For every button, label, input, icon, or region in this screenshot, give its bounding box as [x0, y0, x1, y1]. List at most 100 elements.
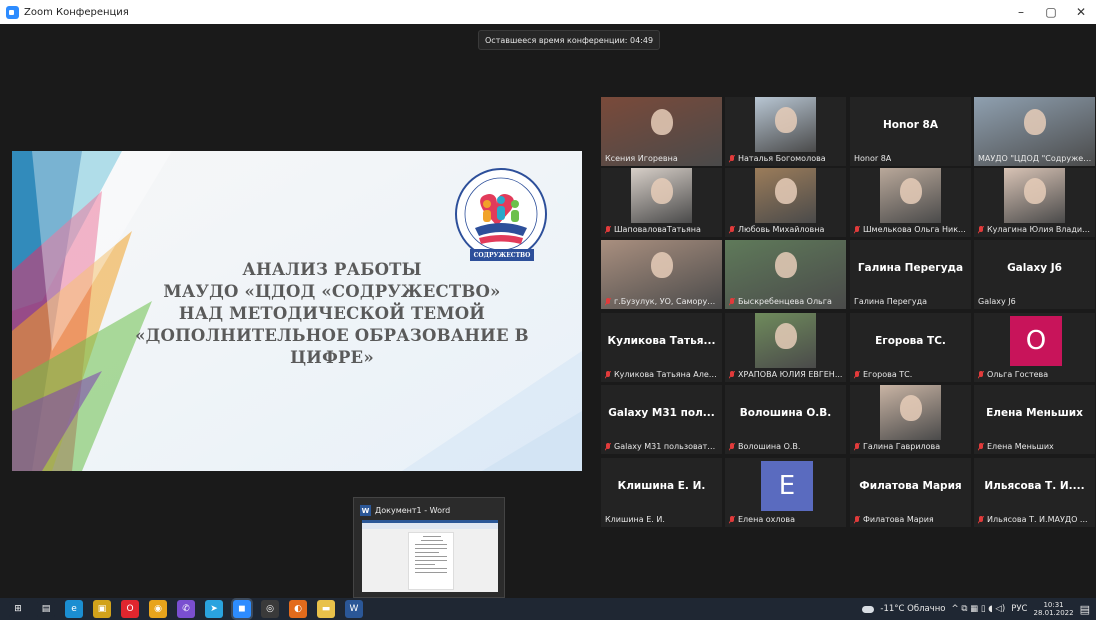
firefox-icon[interactable]: ◐	[289, 600, 307, 618]
thumbnail-title: W Документ1 - Word	[360, 505, 450, 516]
weather-text[interactable]: -11°C Облачно	[880, 604, 945, 614]
explorer-icon[interactable]: ▬	[317, 600, 335, 618]
participant-tile[interactable]: Клишина Е. И. Клишина Е. И.	[601, 458, 722, 527]
participant-video	[755, 168, 816, 223]
person-silhouette	[899, 177, 922, 204]
participant-name-text: Волошина О.В.	[738, 442, 801, 451]
participant-display-name: Филатова Мария	[859, 480, 962, 492]
participant-tile[interactable]: Шмелькова Ольга Ник...	[850, 168, 971, 237]
participant-tile[interactable]: ШаповаловаТатьяна	[601, 168, 722, 237]
slide-title: АНАЛИЗ РАБОТЫ МАУДО «ЦДОД «СОДРУЖЕСТВО» …	[122, 259, 542, 369]
word-window-thumbnail[interactable]: W Документ1 - Word	[353, 497, 505, 598]
participant-name-text: Galaxy J6	[978, 297, 1016, 306]
minimize-button[interactable]: –	[1006, 0, 1036, 24]
participant-name: г.Бузулук, УО, Саморук...	[605, 297, 719, 306]
tray-icons[interactable]: ^ ⧉ ▦ ▯ ◖ ◁)	[952, 604, 1006, 614]
participant-name: Ольга Гостева	[978, 370, 1092, 379]
language-indicator[interactable]: РУС	[1011, 604, 1027, 614]
participant-tile[interactable]: Наталья Богомолова	[725, 97, 846, 166]
muted-mic-icon	[729, 442, 735, 451]
participant-tile[interactable]: Егорова ТС. Егорова ТС.	[850, 313, 971, 382]
participant-name: Ксения Игоревна	[605, 154, 719, 163]
participant-name-text: Ольга Гостева	[987, 370, 1049, 379]
participant-tile[interactable]: Ксения Игоревна	[601, 97, 722, 166]
opera-icon[interactable]: O	[121, 600, 139, 618]
participant-tile[interactable]: Любовь Михайловна	[725, 168, 846, 237]
participant-tile[interactable]: Галина Перегуда Галина Перегуда	[850, 240, 971, 309]
participant-name-text: Наталья Богомолова	[738, 154, 826, 163]
participant-name-text: Шмелькова Ольга Ник...	[863, 225, 966, 234]
system-tray: -11°C Облачно ^ ⧉ ▦ ▯ ◖ ◁) РУС 10:31 28.…	[862, 598, 1090, 620]
telegram-icon[interactable]: ➤	[205, 600, 223, 618]
participant-name-text: Ильясова Т. И.МАУДО ...	[987, 515, 1088, 524]
participant-tile[interactable]: Волошина О.В. Волошина О.В.	[725, 385, 846, 454]
participant-name: Кулагина Юлия Владим...	[978, 225, 1092, 234]
participant-tile[interactable]: Galaxy J6 Galaxy J6	[974, 240, 1095, 309]
participant-tile[interactable]: О Ольга Гостева	[974, 313, 1095, 382]
viber-icon[interactable]: ✆	[177, 600, 195, 618]
participant-display-name: Galaxy M31 пол...	[608, 407, 715, 419]
muted-mic-icon	[605, 225, 611, 234]
participant-tile[interactable]: Галина Гаврилова	[850, 385, 971, 454]
person-silhouette	[774, 106, 797, 133]
participant-display-name: Егорова ТС.	[875, 335, 946, 347]
participant-name: Галина Перегуда	[854, 297, 968, 306]
participant-tile[interactable]: Куликова Татья... Куликова Татьяна Алек..…	[601, 313, 722, 382]
participant-name: Ильясова Т. И.МАУДО ...	[978, 515, 1092, 524]
participant-name: Филатова Мария	[854, 515, 968, 524]
meeting-timer: Оставшееся время конференции: 04:49	[478, 30, 661, 50]
participant-name: Galaxy J6	[978, 297, 1092, 306]
muted-mic-icon	[978, 370, 984, 379]
participant-video	[880, 168, 941, 223]
notifications-icon[interactable]: ▤	[1080, 603, 1090, 616]
participant-video	[755, 97, 816, 152]
participant-name: Елена Меньших	[978, 442, 1092, 451]
zoom-icon[interactable]: ◼	[233, 600, 251, 618]
participant-tile[interactable]: Елена Меньших Елена Меньших	[974, 385, 1095, 454]
participant-name-text: Филатова Мария	[863, 515, 934, 524]
person-silhouette	[650, 177, 673, 204]
participant-tile[interactable]: Е Елена охлова	[725, 458, 846, 527]
participant-tile[interactable]: Ильясова Т. И.... Ильясова Т. И.МАУДО ...	[974, 458, 1095, 527]
obs-icon[interactable]: ◎	[261, 600, 279, 618]
close-button[interactable]: ✕	[1066, 0, 1096, 24]
muted-mic-icon	[729, 515, 735, 524]
participant-tile[interactable]: Филатова Мария Филатова Мария	[850, 458, 971, 527]
cloud-icon	[862, 605, 875, 613]
word-icon[interactable]: W	[345, 600, 363, 618]
participant-name: Галина Гаврилова	[854, 442, 968, 451]
muted-mic-icon	[854, 515, 860, 524]
edge-icon[interactable]: e	[65, 600, 83, 618]
chrome-icon[interactable]: ◉	[149, 600, 167, 618]
maximize-button[interactable]: ▢	[1036, 0, 1066, 24]
participant-tile[interactable]: ХРАПОВА ЮЛИЯ ЕВГЕН...	[725, 313, 846, 382]
participant-tile[interactable]: Honor 8A Honor 8A	[850, 97, 971, 166]
participant-name-text: Ксения Игоревна	[605, 154, 678, 163]
participant-name: МАУДО "ЦДОД "Содружество"	[978, 154, 1092, 163]
person-silhouette	[774, 252, 797, 279]
zoom-window: Zoom Конференция – ▢ ✕ Оставшееся время …	[0, 0, 1096, 620]
participant-tile[interactable]: г.Бузулук, УО, Саморук...	[601, 240, 722, 309]
participant-name-text: Галина Перегуда	[854, 297, 928, 306]
participant-name: Куликова Татьяна Алек...	[605, 370, 719, 379]
clock[interactable]: 10:31 28.01.2022	[1034, 601, 1074, 617]
participant-avatar: Е	[761, 461, 813, 511]
participant-video	[1004, 168, 1065, 223]
muted-mic-icon	[729, 297, 735, 306]
participant-tile[interactable]: Galaxy M31 пол... Galaxy M31 пользовате..…	[601, 385, 722, 454]
windows-icon[interactable]: ⊞	[9, 600, 27, 618]
participant-name-text: ХРАПОВА ЮЛИЯ ЕВГЕН...	[738, 370, 843, 379]
participant-name: Елена охлова	[729, 515, 843, 524]
task-view-icon[interactable]: ▤	[37, 600, 55, 618]
participant-tile[interactable]: МАУДО "ЦДОД "Содружество"	[974, 97, 1095, 166]
participant-video	[755, 313, 816, 368]
store-icon[interactable]: ▣	[93, 600, 111, 618]
participant-name: Быскребенцева Ольга	[729, 297, 843, 306]
word-icon: W	[360, 505, 371, 516]
participant-tile[interactable]: Кулагина Юлия Владим...	[974, 168, 1095, 237]
clock-date: 28.01.2022	[1033, 609, 1074, 617]
participant-name: Волошина О.В.	[729, 442, 843, 451]
muted-mic-icon	[854, 442, 860, 451]
participant-tile[interactable]: Быскребенцева Ольга	[725, 240, 846, 309]
participant-name-text: ШаповаловаТатьяна	[614, 225, 701, 234]
